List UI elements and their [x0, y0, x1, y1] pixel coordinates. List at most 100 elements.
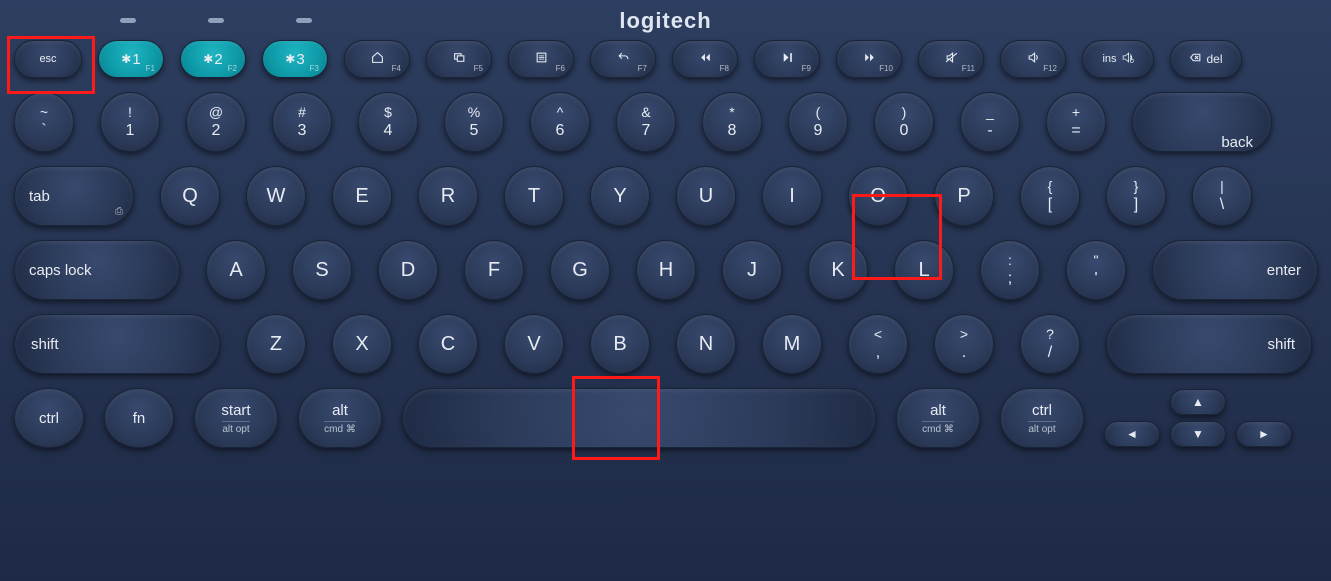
app-switch-icon — [453, 51, 466, 67]
menu-key[interactable]: F6 — [508, 40, 574, 78]
bt2-key[interactable]: ✱2 F2 — [180, 40, 246, 78]
c-key[interactable]: C — [418, 314, 478, 374]
capslock-key[interactable]: caps lock — [14, 240, 180, 300]
playpause-key[interactable]: F9 — [754, 40, 820, 78]
v-key[interactable]: V — [504, 314, 564, 374]
arrow-cluster: ▲ ◄ ▼ ► — [1104, 389, 1292, 447]
fn-key[interactable]: fn — [104, 388, 174, 448]
mute-icon — [945, 51, 958, 67]
back-key[interactable]: F7 — [590, 40, 656, 78]
m-key[interactable]: M — [762, 314, 822, 374]
enter-key[interactable]: enter — [1152, 240, 1318, 300]
start-key[interactable]: start alt opt — [194, 388, 278, 448]
lbracket-key[interactable]: {[ — [1020, 166, 1080, 226]
keyboard-body: logitech esc ✱1 F1 ✱2 F2 ✱3 F3 F4 F5 F6 — [0, 0, 1331, 581]
del-label: del — [1206, 52, 1222, 66]
home-key[interactable]: F4 — [344, 40, 410, 78]
t-key[interactable]: T — [504, 166, 564, 226]
p-key[interactable]: P — [934, 166, 994, 226]
8-key[interactable]: *8 — [702, 92, 762, 152]
period-key[interactable]: >. — [934, 314, 994, 374]
7-key[interactable]: &7 — [616, 92, 676, 152]
ctrl-right-key[interactable]: ctrl alt opt — [1000, 388, 1084, 448]
row-number: ~` !1 @2 #3 $4 %5 ^6 &7 *8 (9 )0 _- += b… — [14, 92, 1317, 152]
z-key[interactable]: Z — [246, 314, 306, 374]
k-key[interactable]: K — [808, 240, 868, 300]
n-key[interactable]: N — [676, 314, 736, 374]
back-icon — [617, 51, 630, 67]
arrow-left-key[interactable]: ◄ — [1104, 421, 1160, 447]
f-sub: F3 — [310, 64, 319, 73]
tab-key[interactable]: tab ⎙ — [14, 166, 134, 226]
0-key[interactable]: )0 — [874, 92, 934, 152]
del-key[interactable]: del — [1170, 40, 1242, 78]
alt-left-key[interactable]: alt cmd ⌘ — [298, 388, 382, 448]
volume-key[interactable]: F12 — [1000, 40, 1066, 78]
space-key[interactable] — [402, 388, 876, 448]
back-key[interactable]: back — [1132, 92, 1272, 152]
quote-key[interactable]: "' — [1066, 240, 1126, 300]
r-key[interactable]: R — [418, 166, 478, 226]
row-qwerty: tab ⎙ Q W E R T Y U I O P {[ }] |\ — [14, 166, 1317, 226]
equals-key[interactable]: += — [1046, 92, 1106, 152]
tab-label: tab — [29, 188, 50, 205]
6-key[interactable]: ^6 — [530, 92, 590, 152]
bt1-key[interactable]: ✱1 F1 — [98, 40, 164, 78]
rewind-key[interactable]: F8 — [672, 40, 738, 78]
b-key[interactable]: B — [590, 314, 650, 374]
volume-icon — [1027, 51, 1040, 67]
arrow-down-key[interactable]: ▼ — [1170, 421, 1226, 447]
1-key[interactable]: !1 — [100, 92, 160, 152]
forward-key[interactable]: F10 — [836, 40, 902, 78]
x-key[interactable]: X — [332, 314, 392, 374]
arrow-up-key[interactable]: ▲ — [1170, 389, 1226, 415]
f-sub: F9 — [802, 64, 811, 73]
backtick-key[interactable]: ~` — [14, 92, 74, 152]
alt-right-key[interactable]: alt cmd ⌘ — [896, 388, 980, 448]
capslock-label: caps lock — [29, 262, 92, 279]
shift-left-key[interactable]: shift — [14, 314, 220, 374]
3-key[interactable]: #3 — [272, 92, 332, 152]
w-key[interactable]: W — [246, 166, 306, 226]
4-key[interactable]: $4 — [358, 92, 418, 152]
ins-key[interactable]: ins — [1082, 40, 1154, 78]
u-key[interactable]: U — [676, 166, 736, 226]
j-key[interactable]: J — [722, 240, 782, 300]
rbracket-key[interactable]: }] — [1106, 166, 1166, 226]
o-key[interactable]: O — [848, 166, 908, 226]
row-asdf: caps lock A S D F G H J K L :; "' enter — [14, 240, 1317, 300]
indicator-1 — [120, 18, 136, 23]
l-key[interactable]: L — [894, 240, 954, 300]
shift-right-key[interactable]: shift — [1106, 314, 1312, 374]
bluetooth-icon: ✱2 — [203, 51, 222, 68]
comma-key[interactable]: <, — [848, 314, 908, 374]
arrow-right-key[interactable]: ► — [1236, 421, 1292, 447]
i-key[interactable]: I — [762, 166, 822, 226]
e-key[interactable]: E — [332, 166, 392, 226]
a-key[interactable]: A — [206, 240, 266, 300]
h-key[interactable]: H — [636, 240, 696, 300]
f-sub: F11 — [962, 64, 975, 73]
9-key[interactable]: (9 — [788, 92, 848, 152]
f-sub: F1 — [146, 64, 155, 73]
q-key[interactable]: Q — [160, 166, 220, 226]
f-sub: F8 — [720, 64, 729, 73]
d-key[interactable]: D — [378, 240, 438, 300]
y-key[interactable]: Y — [590, 166, 650, 226]
g-key[interactable]: G — [550, 240, 610, 300]
f-key[interactable]: F — [464, 240, 524, 300]
5-key[interactable]: %5 — [444, 92, 504, 152]
s-key[interactable]: S — [292, 240, 352, 300]
indicator-2 — [208, 18, 224, 23]
screenshot-icon: ⎙ — [115, 206, 123, 217]
slash-key[interactable]: ?/ — [1020, 314, 1080, 374]
bt3-key[interactable]: ✱3 F3 — [262, 40, 328, 78]
backslash-key[interactable]: |\ — [1192, 166, 1252, 226]
esc-key[interactable]: esc — [14, 40, 82, 78]
minus-key[interactable]: _- — [960, 92, 1020, 152]
ctrl-left-key[interactable]: ctrl — [14, 388, 84, 448]
mute-key[interactable]: F11 — [918, 40, 984, 78]
app-switch-key[interactable]: F5 — [426, 40, 492, 78]
2-key[interactable]: @2 — [186, 92, 246, 152]
semicolon-key[interactable]: :; — [980, 240, 1040, 300]
